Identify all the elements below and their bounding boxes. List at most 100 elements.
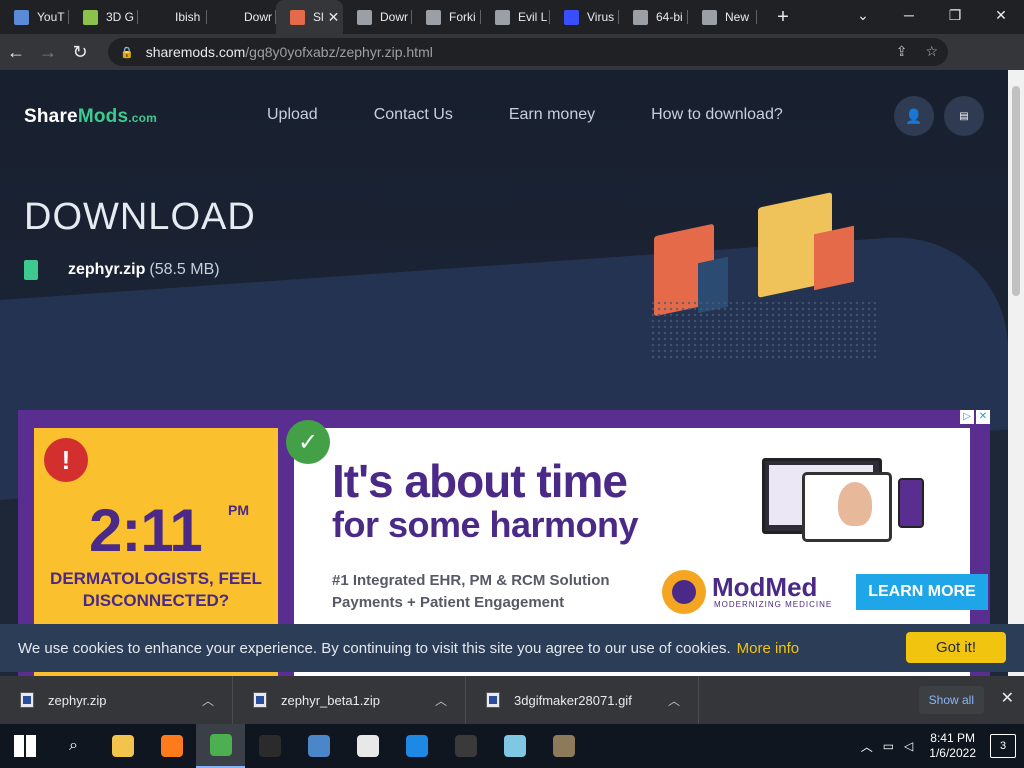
address-bar[interactable]: 🔒 sharemods.com/gq8y0yofxabz/zephyr.zip.… xyxy=(108,38,948,66)
file-size: (58.5 MB) xyxy=(149,261,220,278)
ad-info-icon[interactable]: ▷ xyxy=(960,410,974,424)
zip-file-icon xyxy=(20,692,34,708)
us-flag-icon[interactable]: ▤ xyxy=(944,96,984,136)
file-name: zephyr.zip xyxy=(68,261,146,278)
logo-com: .com xyxy=(128,111,158,125)
cookie-banner: We use cookies to enhance your experienc… xyxy=(0,624,1024,672)
tab-title: Sl xyxy=(313,10,324,24)
browser-tab[interactable]: Dowr xyxy=(343,0,412,34)
back-icon[interactable]: ← xyxy=(0,42,32,63)
ad-time: 2:11 xyxy=(89,497,203,564)
sharemods-logo[interactable]: ShareMods.com xyxy=(24,106,157,128)
download-item[interactable]: zephyr_beta1.zip ︿ xyxy=(233,676,466,724)
ad-headline: It's about time xyxy=(332,455,628,507)
obs-icon[interactable] xyxy=(245,724,294,768)
ad-close-icon[interactable]: ✕ xyxy=(976,410,990,424)
firefox-icon[interactable] xyxy=(147,724,196,768)
blank-icon xyxy=(221,9,236,25)
ad-choices[interactable]: ▷ ✕ xyxy=(960,410,990,424)
nav-earn-money[interactable]: Earn money xyxy=(509,106,595,124)
main-nav: Upload Contact Us Earn money How to down… xyxy=(267,106,839,124)
forward-icon[interactable]: → xyxy=(32,42,64,63)
qbittorrent-icon[interactable] xyxy=(294,724,343,768)
chevron-up-icon[interactable]: ︿ xyxy=(668,692,680,709)
network-icon[interactable]: ▭ xyxy=(883,739,894,753)
got-it-button[interactable]: Got it! xyxy=(906,632,1006,663)
tab-search-icon[interactable]: ⌄ xyxy=(840,0,886,34)
share-icon[interactable]: ⇪ xyxy=(896,43,908,60)
taskbar-apps xyxy=(98,724,588,768)
start-button-icon[interactable] xyxy=(0,724,49,768)
ad-headline-2: for some harmony xyxy=(332,504,639,545)
ad-sub-line-2: Payments + Patient Engagement xyxy=(332,594,565,611)
close-icon[interactable]: ✕ xyxy=(1001,688,1014,708)
terminal-icon[interactable] xyxy=(441,724,490,768)
nav-contact-us[interactable]: Contact Us xyxy=(374,106,453,124)
logo-mods: Mods xyxy=(77,106,129,127)
devices-image xyxy=(742,458,942,544)
browser-tab[interactable]: YouT xyxy=(0,0,69,34)
movies-icon[interactable] xyxy=(392,724,441,768)
download-item[interactable]: 3dgifmaker28071.gif ︿ xyxy=(466,676,699,724)
restore-icon[interactable]: ❐ xyxy=(932,0,978,34)
browser-tab[interactable]: Ibish xyxy=(138,0,207,34)
logo-share: Share xyxy=(24,106,78,127)
nav-how-to-download[interactable]: How to download? xyxy=(651,106,783,124)
bookmark-star-icon[interactable]: ☆ xyxy=(925,43,938,60)
browser-tab[interactable]: Evil L xyxy=(481,0,550,34)
download-name: 3dgifmaker28071.gif xyxy=(514,692,632,708)
windows-taskbar: ⌕ ︿ ▭ ◁ 8:41 PM 1/6/2022 3 xyxy=(0,724,1024,768)
file-icon xyxy=(24,260,38,280)
chevron-up-icon[interactable]: ︿ xyxy=(861,738,873,755)
gimp-icon[interactable] xyxy=(539,724,588,768)
browser-tab[interactable]: Virus xyxy=(550,0,619,34)
blank-icon xyxy=(152,9,167,25)
download-shelf: zephyr.zip ︿ zephyr_beta1.zip ︿ 3dgifmak… xyxy=(0,676,1024,724)
system-tray: ︿ ▭ ◁ 8:41 PM 1/6/2022 3 xyxy=(861,724,1024,768)
virustotal-icon xyxy=(564,9,579,25)
minimize-icon[interactable]: ─ xyxy=(886,0,932,34)
page-scrollbar[interactable] xyxy=(1008,70,1024,676)
show-all-button[interactable]: Show all xyxy=(918,686,984,714)
tab-title: Forki xyxy=(449,10,476,24)
url-host: sharemods.com xyxy=(145,44,246,60)
chrome-icon[interactable] xyxy=(196,724,245,768)
browser-tab[interactable]: Dowr xyxy=(207,0,276,34)
search-icon[interactable]: ⌕ xyxy=(49,724,98,768)
window-controls: ⌄ ─ ❐ ✕ xyxy=(840,0,1024,34)
file-explorer-icon[interactable] xyxy=(98,724,147,768)
clock[interactable]: 8:41 PM 1/6/2022 xyxy=(929,731,976,761)
cookie-text: We use cookies to enhance your experienc… xyxy=(18,639,731,657)
photos-icon[interactable] xyxy=(343,724,392,768)
scrollbar-thumb[interactable] xyxy=(1012,86,1020,296)
fork-icon xyxy=(426,9,441,25)
gif-file-icon xyxy=(486,692,500,708)
notification-icon[interactable]: 3 xyxy=(990,734,1016,758)
close-tab-icon[interactable]: ✕ xyxy=(328,9,340,26)
more-info-link[interactable]: More info xyxy=(737,640,800,657)
browser-tab[interactable]: New xyxy=(688,0,757,34)
ad-pm: PM xyxy=(228,502,249,518)
chevron-up-icon[interactable]: ︿ xyxy=(435,692,447,709)
browser-tab[interactable]: Forki xyxy=(412,0,481,34)
download-item[interactable]: zephyr.zip ︿ xyxy=(0,676,233,724)
tab-title: Evil L xyxy=(518,10,548,24)
browser-tab[interactable]: Sl ✕ xyxy=(276,0,343,34)
browser-tab[interactable]: 64-bi xyxy=(619,0,688,34)
learn-more-button[interactable]: LEARN MORE xyxy=(856,574,988,610)
browser-toolbar: ← → ↻ 🔒 sharemods.com/gq8y0yofxabz/zephy… xyxy=(0,34,1024,98)
3d-viewer-icon[interactable] xyxy=(490,724,539,768)
close-window-icon[interactable]: ✕ xyxy=(978,0,1024,34)
reload-icon[interactable]: ↻ xyxy=(64,42,96,63)
volume-muted-icon[interactable]: ◁ xyxy=(904,739,913,753)
page-icon xyxy=(633,9,648,25)
chevron-up-icon[interactable]: ︿ xyxy=(202,692,214,709)
nav-upload[interactable]: Upload xyxy=(267,106,318,124)
new-tab-icon[interactable]: + xyxy=(771,6,795,29)
browser-tab[interactable]: 3D G xyxy=(69,0,138,34)
user-account-icon[interactable]: 👤 xyxy=(894,96,934,136)
download-name: zephyr_beta1.zip xyxy=(281,692,381,708)
lock-icon[interactable]: 🔒 xyxy=(120,46,134,59)
url-path: /gq8y0yofxabz/zephyr.zip.html xyxy=(245,44,433,60)
web-page: ShareMods.com Upload Contact Us Earn mon… xyxy=(0,70,1008,676)
